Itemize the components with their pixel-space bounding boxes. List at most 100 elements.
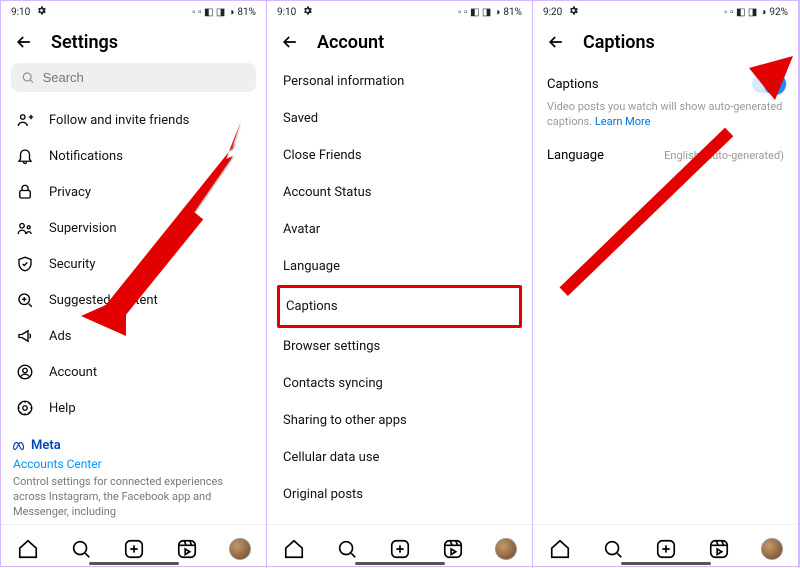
nav-profile[interactable] [761,538,783,560]
settings-item-label: Supervision [49,221,117,236]
account-item-browser-settings[interactable]: Browser settings [277,328,522,365]
captions-toggle[interactable] [752,75,784,93]
captions-body: Captions Video posts you watch will show… [533,63,798,167]
settings-item-about[interactable]: About [7,426,260,431]
follow-and-invite-friends-icon [15,110,35,130]
settings-item-account[interactable]: Account [7,354,260,390]
search-box[interactable] [11,63,256,92]
nav-reels[interactable] [708,538,730,560]
settings-item-help[interactable]: Help [7,390,260,426]
nav-search[interactable] [602,538,624,560]
account-item-personal-information[interactable]: Personal information [277,63,522,100]
captions-label: Captions [547,77,599,92]
settings-item-security[interactable]: Security [7,246,260,282]
account-item-saved[interactable]: Saved [277,100,522,137]
nav-profile[interactable] [495,538,517,560]
account-item-account-status[interactable]: Account Status [277,174,522,211]
settings-item-label: Help [49,401,76,416]
settings-gear-icon [302,5,313,19]
page-header: Account [267,23,532,63]
notifications-icon [15,146,35,166]
settings-item-suggested-content[interactable]: Suggested content [7,282,260,318]
suggested-content-icon [15,290,35,310]
language-label: Language [547,148,604,163]
account-item-label: Sharing to other apps [283,413,407,428]
account-item-label: Original posts [283,487,363,502]
account-item-label: Language [283,259,340,274]
settings-item-label: Account [49,365,97,380]
account-item-label: Personal information [283,74,404,89]
account-item-label: Saved [283,111,318,126]
toggle-knob [764,73,786,95]
account-item-label: Close Friends [283,148,362,163]
phone-account: 9:10 ◦ ▫ ◧ ◨ ◑ 81% Account Personal info… [267,1,533,568]
avatar-icon [495,538,517,560]
meta-logo-icon [13,439,27,453]
language-row[interactable]: Language English (auto-generated) [547,144,784,167]
account-item-label: Cellular data use [283,450,379,465]
account-item-cellular-data-use[interactable]: Cellular data use [277,439,522,476]
page-title: Account [317,32,384,53]
account-item-request-verification[interactable]: Request verification [277,513,522,524]
account-item-captions[interactable]: Captions [277,285,522,328]
settings-item-label: Security [49,257,96,272]
phone-settings: 9:10 ◦ ▫ ◧ ◨ ◑ 81% Settings Follow and i… [1,1,267,568]
meta-section: Meta Accounts Center Control settings fo… [1,431,266,524]
settings-item-privacy[interactable]: Privacy [7,174,260,210]
status-time: 9:20 [543,7,562,18]
account-menu: Personal information Saved Close Friends Ac… [267,63,532,524]
accounts-center-link[interactable]: Accounts Center [13,456,254,472]
avatar-icon [761,538,783,560]
home-indicator [621,562,711,565]
account-item-sharing-to-other-apps[interactable]: Sharing to other apps [277,402,522,439]
security-icon [15,254,35,274]
page-title: Settings [51,32,118,53]
settings-item-follow-and-invite-friends[interactable]: Follow and invite friends [7,102,260,138]
nav-create[interactable] [389,538,411,560]
back-button[interactable] [13,31,35,53]
status-clock-icon: ◑ [228,7,234,18]
nav-profile[interactable] [229,538,251,560]
status-battery: 81% [503,7,522,18]
page-header: Settings [1,23,266,63]
avatar-icon [229,538,251,560]
account-item-avatar[interactable]: Avatar [277,211,522,248]
settings-item-label: Privacy [49,185,91,200]
nav-reels[interactable] [442,538,464,560]
account-item-language[interactable]: Language [277,248,522,285]
captions-toggle-row: Captions [547,63,784,99]
learn-more-link[interactable]: Learn More [595,115,651,128]
nav-home[interactable] [283,538,305,560]
nav-home[interactable] [17,538,39,560]
status-time: 9:10 [277,7,296,18]
account-icon [15,362,35,382]
account-item-close-friends[interactable]: Close Friends [277,137,522,174]
back-button[interactable] [279,31,301,53]
page-title: Captions [583,32,655,53]
nav-search[interactable] [336,538,358,560]
back-button[interactable] [545,31,567,53]
status-time: 9:10 [11,7,30,18]
status-bar: 9:20 ◦ ▫ ◧ ◨ ◑ 92% [533,1,798,23]
status-bar: 9:10 ◦ ▫ ◧ ◨ ◑ 81% [267,1,532,23]
nav-search[interactable] [70,538,92,560]
settings-gear-icon [568,5,579,19]
settings-item-supervision[interactable]: Supervision [7,210,260,246]
settings-item-label: Notifications [49,149,123,164]
nav-home[interactable] [549,538,571,560]
account-item-contacts-syncing[interactable]: Contacts syncing [277,365,522,402]
search-input[interactable] [43,70,246,85]
settings-item-label: Suggested content [49,293,158,308]
settings-item-label: Ads [49,329,72,344]
nav-create[interactable] [655,538,677,560]
settings-item-notifications[interactable]: Notifications [7,138,260,174]
settings-item-ads[interactable]: Ads [7,318,260,354]
account-item-label: Account Status [283,185,372,200]
help-icon [15,398,35,418]
captions-description: Video posts you watch will show auto-gen… [547,99,784,130]
account-item-original-posts[interactable]: Original posts [277,476,522,513]
settings-menu: Follow and invite friends Notifications Pr… [1,102,266,431]
nav-reels[interactable] [176,538,198,560]
nav-create[interactable] [123,538,145,560]
settings-gear-icon [36,5,47,19]
